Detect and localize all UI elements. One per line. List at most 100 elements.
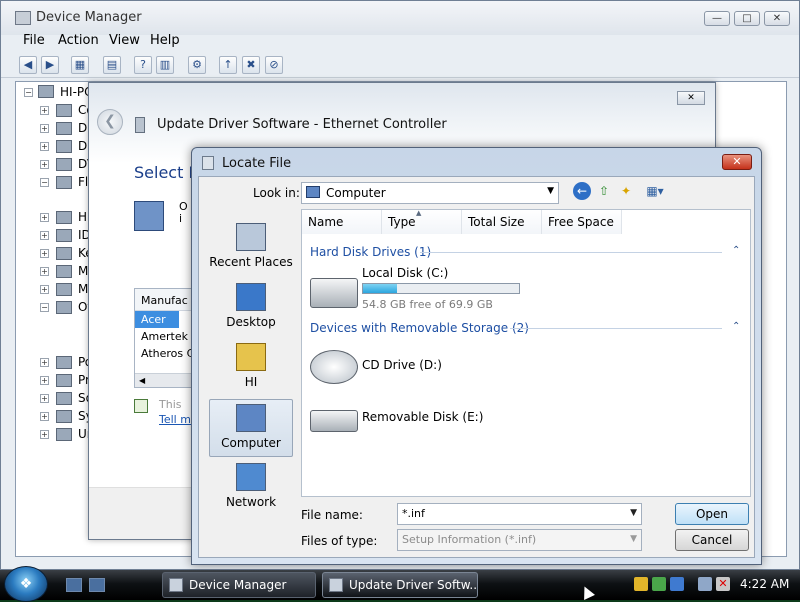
column-label: Type bbox=[388, 215, 416, 229]
tree-expand-icon[interactable]: + bbox=[40, 376, 49, 385]
views-menu-icon[interactable]: ▦▾ bbox=[641, 182, 669, 200]
place-computer[interactable]: Computer bbox=[209, 399, 293, 457]
chevron-down-icon[interactable]: ▼ bbox=[630, 508, 637, 518]
column-free-space[interactable]: Free Space bbox=[542, 210, 622, 234]
clock[interactable]: 4:22 AM bbox=[740, 577, 789, 591]
menu-action[interactable]: Action bbox=[58, 33, 99, 48]
network-status-icon[interactable] bbox=[698, 577, 712, 591]
volume-muted-icon[interactable]: ✕ bbox=[716, 577, 730, 591]
tree-expand-icon[interactable]: + bbox=[40, 412, 49, 421]
group-hard-disk-drives[interactable]: Hard Disk Drives (1) bbox=[310, 245, 431, 259]
disable-icon[interactable]: ⊘ bbox=[265, 56, 283, 74]
start-button[interactable]: ❖ bbox=[4, 566, 48, 602]
tell-me-link[interactable]: Tell m bbox=[159, 413, 191, 426]
certificate-icon bbox=[134, 399, 148, 413]
close-button[interactable]: ✕ bbox=[764, 11, 790, 26]
desktop-icon bbox=[236, 283, 266, 311]
tree-expand-icon[interactable]: + bbox=[40, 267, 49, 276]
close-button[interactable]: ✕ bbox=[722, 154, 752, 170]
dialog-title: Locate File bbox=[222, 156, 292, 171]
device-category-icon bbox=[56, 265, 72, 278]
menu-view[interactable]: View bbox=[109, 33, 140, 48]
back-arrow-icon[interactable]: ◀ bbox=[19, 56, 37, 74]
horizontal-scrollbar[interactable]: ◀ bbox=[135, 373, 193, 387]
help-icon[interactable]: ? bbox=[134, 56, 152, 74]
tree-expand-icon[interactable]: + bbox=[40, 231, 49, 240]
scan-hardware-icon[interactable]: ⚙ bbox=[188, 56, 206, 74]
disk-usage-fill bbox=[363, 284, 398, 293]
file-name-input[interactable]: *.inf ▼ bbox=[397, 503, 642, 525]
list-item[interactable]: Acer bbox=[135, 311, 179, 328]
security-shield-icon[interactable] bbox=[634, 577, 648, 591]
show-desktop-icon[interactable] bbox=[66, 578, 82, 592]
file-type-select[interactable]: Setup Information (*.inf) ▼ bbox=[397, 529, 642, 551]
cancel-button[interactable]: Cancel bbox=[675, 529, 749, 551]
menu-help[interactable]: Help bbox=[150, 33, 180, 48]
tree-expand-icon[interactable]: + bbox=[40, 213, 49, 222]
tree-expand-icon[interactable]: + bbox=[40, 285, 49, 294]
update-driver-icon[interactable]: ↑ bbox=[219, 56, 237, 74]
network-icon bbox=[236, 463, 266, 491]
list-item[interactable]: Atheros C bbox=[135, 345, 193, 362]
device-category-icon bbox=[56, 356, 72, 369]
tree-expand-icon[interactable]: + bbox=[40, 358, 49, 367]
column-total-size[interactable]: Total Size bbox=[462, 210, 542, 234]
device-manager-titlebar[interactable]: Device Manager — □ ✕ bbox=[1, 1, 799, 35]
collapse-group-icon[interactable]: ⌃ bbox=[732, 321, 740, 332]
place-label: Network bbox=[225, 495, 277, 509]
switch-windows-icon[interactable] bbox=[89, 578, 105, 592]
back-arrow-icon[interactable]: ← bbox=[573, 182, 591, 200]
place-user-folder[interactable]: HI bbox=[209, 339, 293, 397]
hard-disk-icon bbox=[310, 278, 358, 308]
new-folder-icon[interactable]: ✦ bbox=[617, 182, 635, 200]
tree-collapse-icon[interactable]: − bbox=[40, 178, 49, 187]
drive-free-space: 54.8 GB free of 69.9 GB bbox=[362, 298, 493, 311]
collapse-group-icon[interactable]: ⌃ bbox=[732, 245, 740, 256]
list-item[interactable]: Amertek bbox=[135, 328, 193, 345]
tree-expand-icon[interactable]: + bbox=[40, 160, 49, 169]
up-folder-icon[interactable]: ⇧ bbox=[595, 182, 613, 200]
tree-expand-icon[interactable]: + bbox=[40, 142, 49, 151]
open-button[interactable]: Open bbox=[675, 503, 749, 525]
taskbar-device-manager[interactable]: Device Manager bbox=[162, 572, 316, 598]
tree-collapse-icon[interactable]: − bbox=[24, 88, 33, 97]
taskbar-update-driver[interactable]: Update Driver Softw... bbox=[322, 572, 478, 598]
look-in-label: Look in: bbox=[253, 186, 300, 200]
place-label: Recent Places bbox=[209, 255, 293, 269]
column-name[interactable]: Name bbox=[302, 210, 382, 234]
uninstall-icon[interactable]: ✖ bbox=[242, 56, 260, 74]
tree-expand-icon[interactable]: + bbox=[40, 394, 49, 403]
group-removable-storage[interactable]: Devices with Removable Storage (2) bbox=[310, 321, 529, 335]
drive-local-disk[interactable]: Local Disk (C:) bbox=[362, 266, 448, 280]
device-category-icon bbox=[56, 104, 72, 117]
column-type[interactable]: ▲ Type bbox=[382, 209, 462, 234]
tree-expand-icon[interactable]: + bbox=[40, 430, 49, 439]
tree-collapse-icon[interactable]: − bbox=[40, 303, 49, 312]
place-recent-places[interactable]: Recent Places bbox=[209, 219, 293, 277]
close-button[interactable]: ✕ bbox=[677, 91, 705, 105]
place-network[interactable]: Network bbox=[209, 459, 293, 517]
look-in-select[interactable]: Computer ▼ bbox=[301, 182, 559, 204]
wizard-title: Update Driver Software - Ethernet Contro… bbox=[157, 117, 447, 132]
console-tree-icon[interactable]: ▦ bbox=[71, 56, 89, 74]
drive-removable[interactable]: Removable Disk (E:) bbox=[362, 410, 483, 424]
file-type-value: Setup Information (*.inf) bbox=[402, 533, 537, 546]
forward-arrow-icon[interactable]: ▶ bbox=[41, 56, 59, 74]
device-category-icon bbox=[56, 229, 72, 242]
tree-expand-icon[interactable]: + bbox=[40, 106, 49, 115]
task-label: Update Driver Softw... bbox=[349, 578, 478, 592]
maximize-button[interactable]: □ bbox=[734, 11, 760, 26]
tree-expand-icon[interactable]: + bbox=[40, 249, 49, 258]
menu-file[interactable]: File bbox=[23, 33, 45, 48]
view-icon[interactable]: ▥ bbox=[156, 56, 174, 74]
properties-icon[interactable]: ▤ bbox=[103, 56, 121, 74]
flag-icon[interactable] bbox=[670, 577, 684, 591]
back-arrow-icon[interactable]: ❮ bbox=[97, 109, 123, 135]
computer-icon bbox=[306, 186, 320, 198]
drive-cd[interactable]: CD Drive (D:) bbox=[362, 358, 442, 372]
tree-expand-icon[interactable]: + bbox=[40, 124, 49, 133]
update-icon[interactable] bbox=[652, 577, 666, 591]
minimize-button[interactable]: — bbox=[704, 11, 730, 26]
manufacturer-list[interactable]: Manufac Acer Amertek Atheros C ◀ bbox=[134, 288, 194, 388]
place-desktop[interactable]: Desktop bbox=[209, 279, 293, 337]
